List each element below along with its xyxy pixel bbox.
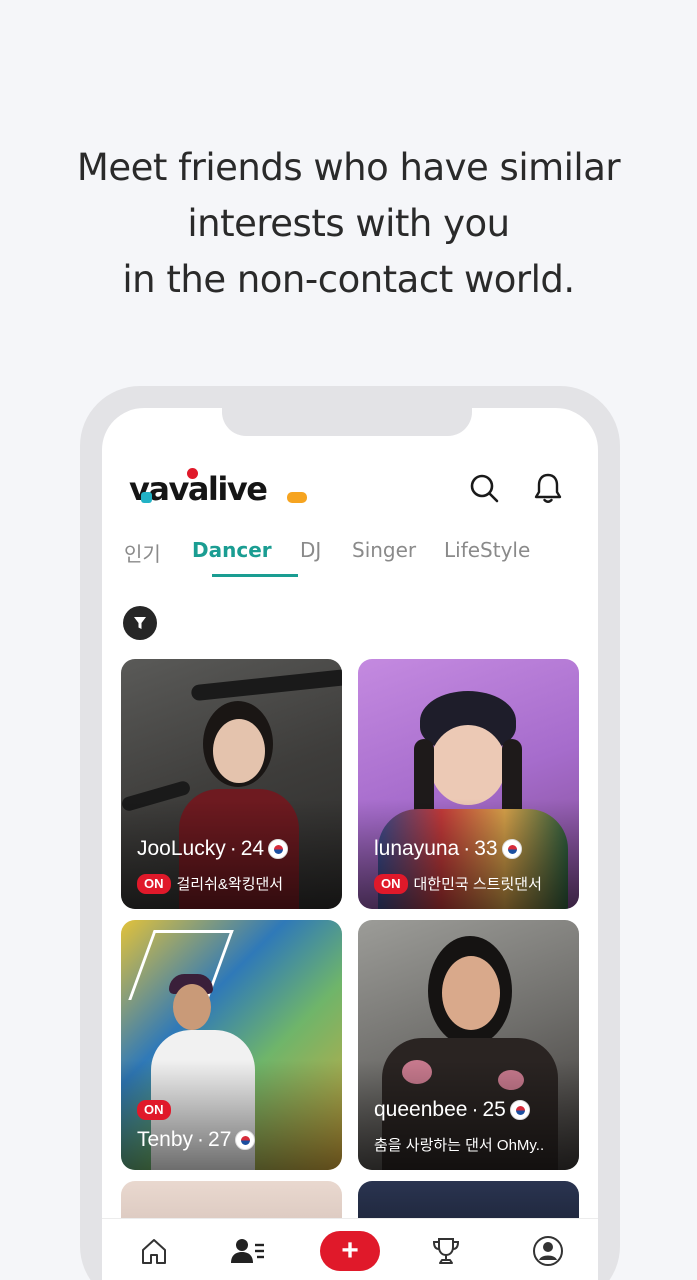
logo-orange-dash (287, 492, 307, 503)
card-age: 33 (474, 837, 498, 860)
app-screen: vavalive 인기 Dancer DJ Singer LifeStyle J… (102, 408, 598, 1280)
headline-line-2: interests with you (187, 202, 510, 245)
card-username: Tenby (137, 1128, 194, 1151)
tab-singer[interactable]: Singer (352, 538, 416, 562)
nav-home[interactable] (132, 1231, 176, 1271)
logo-red-dot (187, 468, 198, 479)
card-desc-row: ON 대한민국 스트릿댄서 (374, 873, 542, 894)
card-description: 춤을 사랑하는 댄서 OhMy.. (374, 1137, 545, 1154)
nav-ranking[interactable] (424, 1231, 468, 1271)
home-icon (142, 1239, 166, 1264)
search-icon (470, 474, 499, 503)
card-name-row: queenbee · 25 (374, 1098, 530, 1122)
card-description: 걸리쉬&왁킹댄서 (176, 876, 284, 893)
card-desc-row: 춤을 사랑하는 댄서 OhMy.. (374, 1134, 544, 1155)
bottom-navigation: + (102, 1218, 598, 1280)
tab-lifestyle[interactable]: LifeStyle (444, 538, 530, 562)
card-description: 대한민국 스트릿댄서 (413, 876, 542, 893)
profile-card[interactable]: lunayuna · 33 ON 대한민국 스트릿댄서 (358, 659, 579, 909)
profile-icon (533, 1236, 563, 1266)
filter-icon (134, 617, 146, 629)
app-logo: vavalive (129, 468, 307, 510)
phone-frame: vavalive 인기 Dancer DJ Singer LifeStyle J… (80, 386, 620, 1280)
card-age: 27 (208, 1128, 232, 1151)
card-name-row: Tenby · 27 (137, 1128, 256, 1152)
headline-line-3: in the non-contact world. (122, 258, 575, 301)
korea-flag-icon (501, 839, 522, 859)
live-status-badge: ON (137, 873, 171, 894)
korea-flag-icon (268, 839, 289, 859)
phone-notch (222, 408, 472, 436)
tab-popular[interactable]: 인기 (124, 538, 161, 567)
card-username: queenbee (374, 1098, 468, 1121)
live-status-badge: ON (374, 873, 408, 894)
live-status-badge: ON (137, 1100, 171, 1120)
card-name-row: lunayuna · 33 (374, 837, 522, 861)
filter-button[interactable] (123, 606, 157, 640)
active-tab-indicator (212, 574, 298, 577)
nav-people[interactable] (226, 1231, 270, 1271)
card-age: 24 (240, 837, 265, 860)
korea-flag-icon (235, 1130, 256, 1150)
profile-card[interactable]: JooLucky · 24 ON 걸리쉬&왁킹댄서 (121, 659, 342, 909)
people-list-icon (231, 1239, 264, 1263)
bell-icon (534, 473, 562, 503)
profile-card[interactable]: queenbee · 25 춤을 사랑하는 댄서 OhMy.. (358, 920, 579, 1170)
logo-teal-dot (141, 492, 152, 503)
tab-dancer[interactable]: Dancer (192, 538, 272, 562)
notifications-button[interactable] (528, 468, 568, 508)
promo-headline: Meet friends who have similar interests … (0, 140, 697, 308)
card-desc-row: ON 걸리쉬&왁킹댄서 (137, 873, 283, 894)
category-tabs: 인기 Dancer DJ Singer LifeStyle (124, 538, 584, 582)
plus-icon: + (320, 1231, 380, 1271)
card-age: 25 (482, 1098, 506, 1121)
card-name-row: JooLucky · 24 (137, 837, 289, 861)
nav-add-button[interactable]: + (320, 1231, 380, 1271)
card-username: lunayuna (374, 837, 460, 860)
search-button[interactable] (464, 468, 504, 508)
trophy-icon (432, 1238, 460, 1264)
profile-card[interactable]: ON Tenby · 27 (121, 920, 342, 1170)
korea-flag-icon (509, 1100, 530, 1120)
card-username: JooLucky (137, 837, 226, 860)
nav-profile[interactable] (526, 1231, 570, 1271)
tab-dj[interactable]: DJ (300, 538, 321, 562)
card-status-row: ON (137, 1100, 171, 1120)
headline-line-1: Meet friends who have similar (76, 146, 621, 189)
